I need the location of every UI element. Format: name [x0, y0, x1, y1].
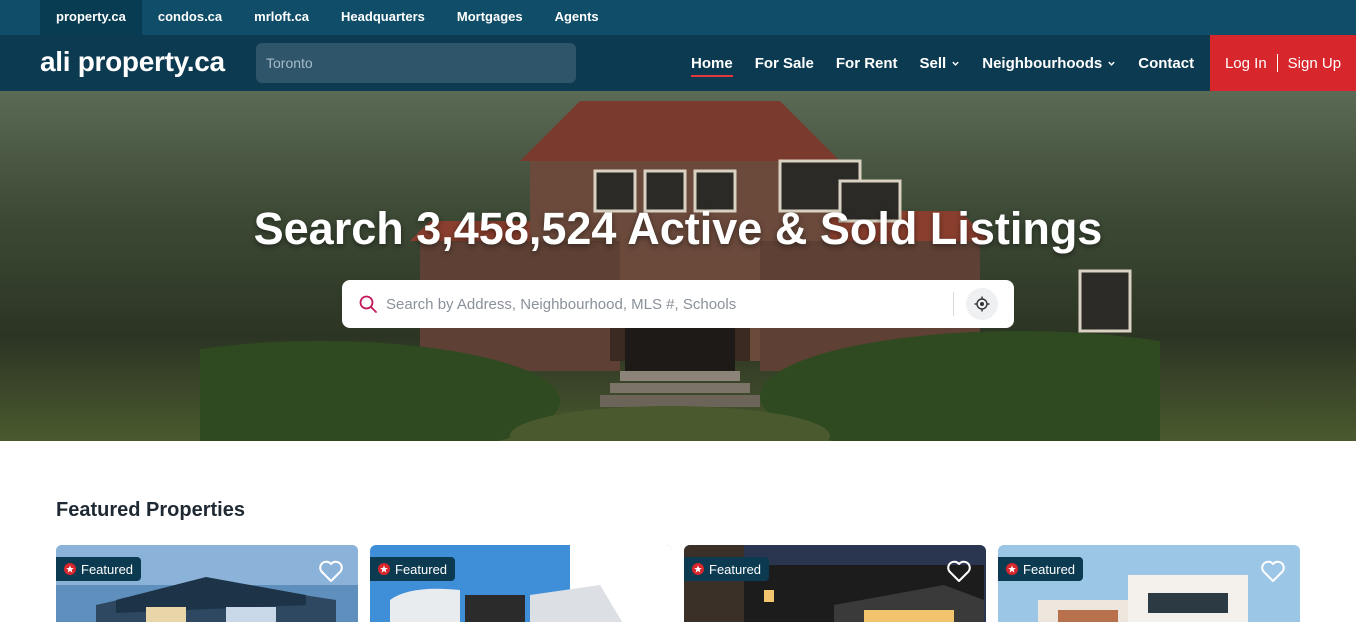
nav-neighbourhoods-label: Neighbourhoods	[982, 54, 1103, 72]
featured-title: Featured Properties	[56, 499, 245, 521]
login-button[interactable]: Log In	[1225, 55, 1267, 72]
search-divider	[953, 292, 954, 316]
network-bar: property.ca condos.ca mrloft.ca Headquar…	[0, 0, 1356, 35]
property-card[interactable]: Featured	[370, 545, 672, 622]
city-search-input[interactable]	[256, 43, 576, 83]
current-location-button[interactable]	[966, 288, 998, 320]
nav-home[interactable]: Home	[691, 35, 733, 91]
star-icon	[378, 563, 390, 575]
nav-neighbourhoods[interactable]: Neighbourhoods	[982, 35, 1116, 91]
auth-box: Log In Sign Up	[1210, 35, 1356, 91]
star-icon	[1006, 563, 1018, 575]
featured-badge-label: Featured	[395, 561, 448, 577]
heart-icon[interactable]	[318, 559, 344, 583]
nav-sell-label: Sell	[919, 54, 947, 72]
network-links: property.ca condos.ca mrloft.ca Headquar…	[40, 0, 615, 35]
nav-sell[interactable]: Sell	[920, 35, 961, 91]
nav-for-rent-label: For Rent	[835, 54, 898, 72]
main-nav: Home For Sale For Rent Sell Neighbourhoo…	[680, 35, 1205, 91]
listing-search-input[interactable]	[386, 289, 946, 319]
network-link-property[interactable]: property.ca	[40, 0, 142, 35]
nav-for-rent[interactable]: For Rent	[836, 35, 898, 91]
chevron-down-icon	[1108, 61, 1115, 66]
heart-icon[interactable]	[946, 559, 972, 583]
featured-badge: Featured	[684, 557, 770, 581]
property-card[interactable]: Featured	[998, 545, 1300, 622]
featured-badge: Featured	[998, 557, 1084, 581]
heart-icon[interactable]	[1260, 559, 1286, 583]
signup-button[interactable]: Sign Up	[1288, 55, 1341, 72]
star-icon	[64, 563, 76, 575]
featured-badge-label: Featured	[81, 561, 134, 577]
featured-badge: Featured	[56, 557, 142, 581]
property-card[interactable]: Featured	[684, 545, 986, 622]
featured-badge-label: Featured	[1023, 561, 1076, 577]
hero-house-image	[200, 101, 1160, 441]
main-header: ali property.ca Home For Sale For Rent S…	[0, 35, 1356, 91]
star-icon	[692, 563, 704, 575]
auth-divider	[1276, 54, 1278, 72]
chevron-down-icon	[952, 61, 959, 66]
crosshair-icon	[974, 296, 990, 312]
network-link-condos[interactable]: condos.ca	[142, 0, 238, 35]
network-link-mrloft[interactable]: mrloft.ca	[238, 0, 325, 35]
nav-home-label: Home	[691, 54, 733, 72]
featured-badge: Featured	[370, 557, 456, 581]
search-icon	[359, 295, 377, 313]
hero-title: Search 3,458,524 Active & Sold Listings	[253, 203, 1103, 254]
hero-banner: Search 3,458,524 Active & Sold Listings	[0, 91, 1356, 441]
site-logo[interactable]: ali property.ca	[40, 46, 225, 78]
property-card[interactable]: Featured	[56, 545, 358, 622]
nav-for-sale[interactable]: For Sale	[755, 35, 814, 91]
nav-contact[interactable]: Contact	[1138, 35, 1194, 91]
network-link-mortgages[interactable]: Mortgages	[441, 0, 539, 35]
nav-contact-label: Contact	[1138, 54, 1195, 72]
featured-badge-label: Featured	[709, 561, 762, 577]
network-link-agents[interactable]: Agents	[539, 0, 615, 35]
hero-search-box	[342, 280, 1014, 328]
network-link-headquarters[interactable]: Headquarters	[325, 0, 441, 35]
nav-for-sale-label: For Sale	[754, 54, 814, 72]
